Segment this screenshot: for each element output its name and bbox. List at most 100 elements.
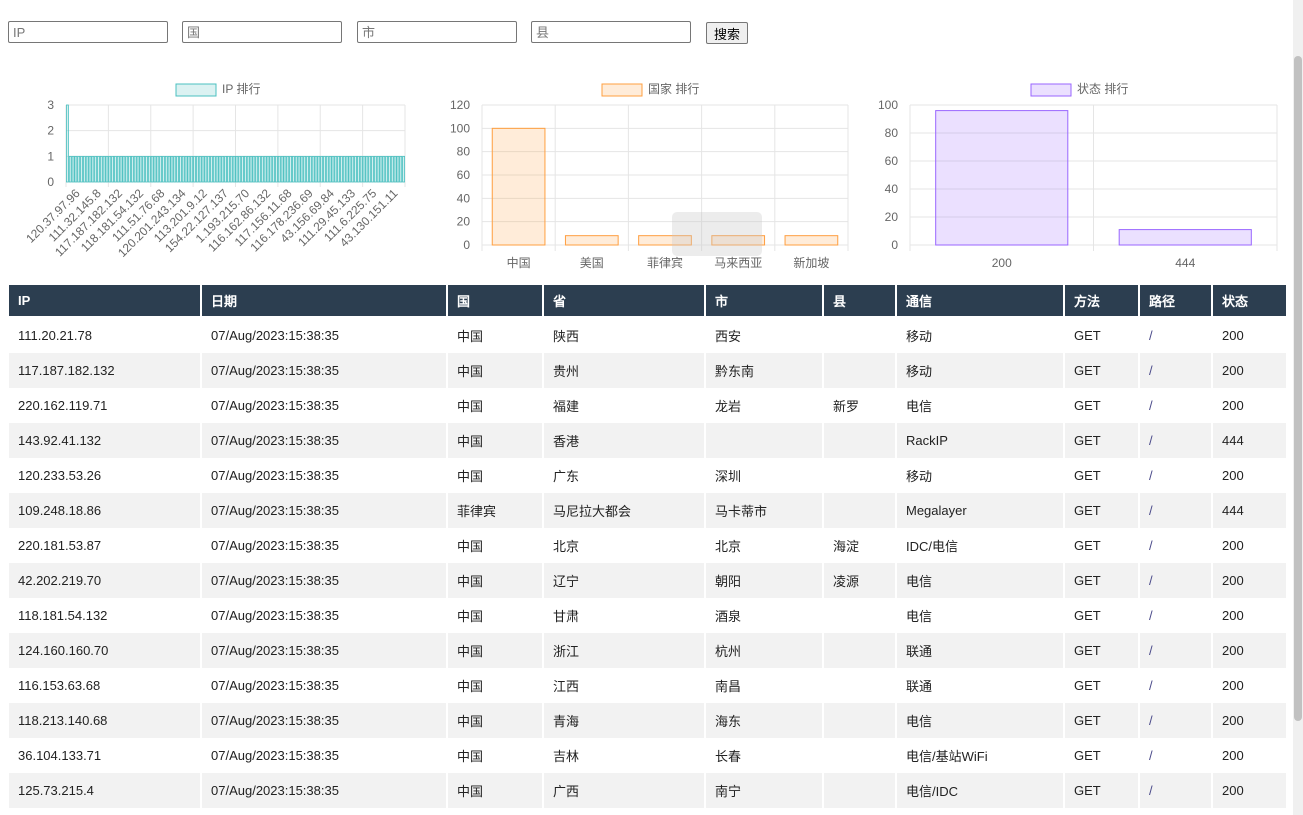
cell-city: 北京 [706,528,822,563]
cell-path[interactable]: / [1140,353,1211,388]
cell-date: 07/Aug/2023:15:38:35 [202,318,446,353]
header-status[interactable]: 状态 [1213,285,1286,318]
cell-path[interactable]: / [1140,458,1211,493]
y-tick-label: 20 [885,210,899,224]
ip-bar [345,155,349,183]
ip-bar [340,155,343,183]
ip-bar [258,155,261,183]
cell-date: 07/Aug/2023:15:38:35 [202,493,446,528]
ip-bar [297,155,301,183]
cell-province: 陕西 [544,318,704,353]
ip-bar [130,155,134,183]
ip-bar [212,155,216,183]
cell-path[interactable]: / [1140,318,1211,353]
cell-city: 杭州 [706,633,822,668]
ip-bar [91,155,95,183]
cell-path[interactable]: / [1140,528,1211,563]
cell-date: 07/Aug/2023:15:38:35 [202,528,446,563]
cell-country: 中国 [448,353,542,388]
cell-city [706,423,822,458]
cell-path[interactable]: / [1140,668,1211,703]
cell-province: 青海 [544,703,704,738]
ip-bar [82,155,86,183]
ip-bar [102,155,106,183]
cell-path[interactable]: / [1140,388,1211,423]
y-tick-label: 20 [457,215,471,229]
ip-bar [184,155,188,183]
cell-ip: 143.92.41.132 [9,423,200,458]
ip-bar [266,155,270,183]
country-bar [564,235,619,246]
cell-date: 07/Aug/2023:15:38:35 [202,388,446,423]
scrollbar-thumb[interactable] [1294,56,1302,721]
chart-tooltip [672,212,762,256]
table-header-row: IP 日期 国 省 市 县 通信 方法 路径 状态 [9,285,1286,318]
search-button[interactable]: 搜索 [706,22,748,44]
cell-path[interactable]: / [1140,598,1211,633]
header-carrier[interactable]: 通信 [897,285,1063,318]
ip-bar [263,155,267,183]
header-ip[interactable]: IP [9,285,200,318]
cell-path[interactable]: / [1140,563,1211,598]
ip-bar [371,155,374,183]
cell-path[interactable]: / [1140,633,1211,668]
x-tick-label: 菲律宾 [647,255,683,270]
ip-bar [80,155,83,183]
ip-bar [249,155,253,183]
page-scrollbar[interactable] [1293,0,1303,815]
city-search-input[interactable] [357,21,517,43]
header-country[interactable]: 国 [448,285,542,318]
ip-bar [379,155,383,183]
x-tick-label: 200 [992,256,1012,270]
y-tick-label: 120 [450,98,470,112]
ip-bar [241,155,244,183]
ip-bar [147,155,151,183]
cell-date: 07/Aug/2023:15:38:35 [202,738,446,773]
ip-bar [348,155,352,183]
ip-bar [187,155,191,183]
cell-ip: 42.202.219.70 [9,563,200,598]
header-date[interactable]: 日期 [202,285,446,318]
cell-date: 07/Aug/2023:15:38:35 [202,598,446,633]
ip-bar [224,155,228,183]
cell-path[interactable]: / [1140,493,1211,528]
cell-path[interactable]: / [1140,423,1211,458]
ip-bar [111,155,115,183]
cell-county [824,633,895,668]
cell-path[interactable]: / [1140,703,1211,738]
cell-method: GET [1065,528,1138,563]
county-search-input[interactable] [531,21,691,43]
search-bar: 搜索 [8,21,768,45]
y-tick-label: 0 [47,175,54,189]
y-tick-label: 60 [457,168,471,182]
cell-date: 07/Aug/2023:15:38:35 [202,353,446,388]
x-tick-label: 新加坡 [793,255,829,270]
cell-ip: 220.162.119.71 [9,388,200,423]
cell-province: 香港 [544,423,704,458]
cell-province: 甘肃 [544,598,704,633]
ip-bar [68,155,72,183]
cell-country: 中国 [448,528,542,563]
cell-ip: 120.233.53.26 [9,458,200,493]
country-search-input[interactable] [182,21,342,43]
cell-province: 福建 [544,388,704,423]
cell-carrier: 电信 [897,703,1063,738]
ip-bar [294,155,298,183]
header-city[interactable]: 市 [706,285,822,318]
y-tick-label: 1 [47,149,54,163]
ip-bar [167,155,171,183]
header-province[interactable]: 省 [544,285,704,318]
ip-search-input[interactable] [8,21,168,43]
table-row: 125.73.215.4 07/Aug/2023:15:38:35 中国 广西 南宁 电信… [9,773,1286,808]
header-method[interactable]: 方法 [1065,285,1138,318]
cell-path[interactable]: / [1140,773,1211,808]
cell-path[interactable]: / [1140,738,1211,773]
access-log-table: IP 日期 国 省 市 县 通信 方法 路径 状态 111.20.21.78 07… [7,285,1288,808]
header-path[interactable]: 路径 [1140,285,1211,318]
ip-bar [351,155,355,183]
cell-province: 北京 [544,528,704,563]
cell-status: 200 [1213,563,1286,598]
cell-country: 中国 [448,668,542,703]
ip-bar [88,155,92,183]
header-county[interactable]: 县 [824,285,895,318]
